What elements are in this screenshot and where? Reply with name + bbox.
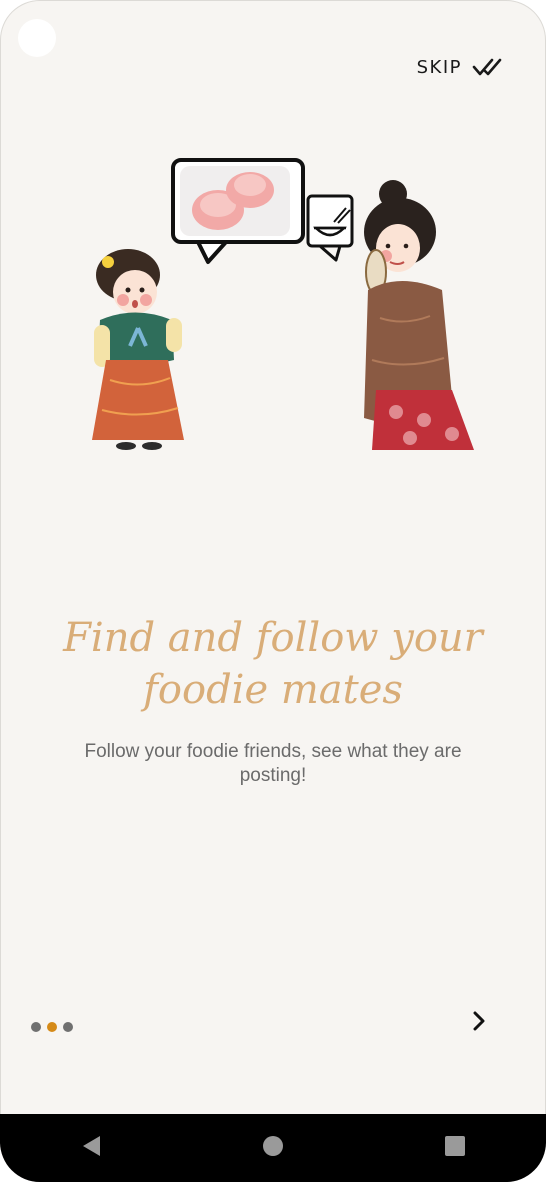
chevron-right-icon (466, 1011, 492, 1038)
speech-bubble-icon (171, 158, 305, 264)
camera-cutout (18, 19, 56, 57)
page-indicator (31, 1022, 73, 1032)
rice-bowl-bubble-icon (306, 194, 354, 262)
circle-home-icon (262, 1135, 284, 1161)
nav-back-button[interactable] (61, 1128, 121, 1168)
onboarding-subtitle: Follow your foodie friends, see what the… (84, 741, 462, 786)
system-navigation-bar (0, 1114, 546, 1182)
double-check-icon (472, 56, 504, 78)
skip-label: SKIP (416, 56, 462, 78)
app-screen: SKIP Find and follow your foodie mates F… (0, 0, 546, 1182)
page-dot-2-active[interactable] (47, 1022, 57, 1032)
lady-character-right (364, 180, 474, 450)
page-dot-3[interactable] (63, 1022, 73, 1032)
skip-button[interactable]: SKIP (417, 56, 504, 78)
next-button[interactable] (466, 1008, 492, 1034)
nav-recents-button[interactable] (425, 1128, 485, 1168)
nav-home-button[interactable] (243, 1128, 303, 1168)
girl-character-left (92, 249, 184, 450)
triangle-back-icon (80, 1134, 102, 1162)
onboarding-title: Find and follow your foodie mates (63, 615, 483, 713)
page-dot-1[interactable] (31, 1022, 41, 1032)
square-recents-icon (444, 1135, 466, 1161)
onboarding-illustration (80, 150, 480, 470)
